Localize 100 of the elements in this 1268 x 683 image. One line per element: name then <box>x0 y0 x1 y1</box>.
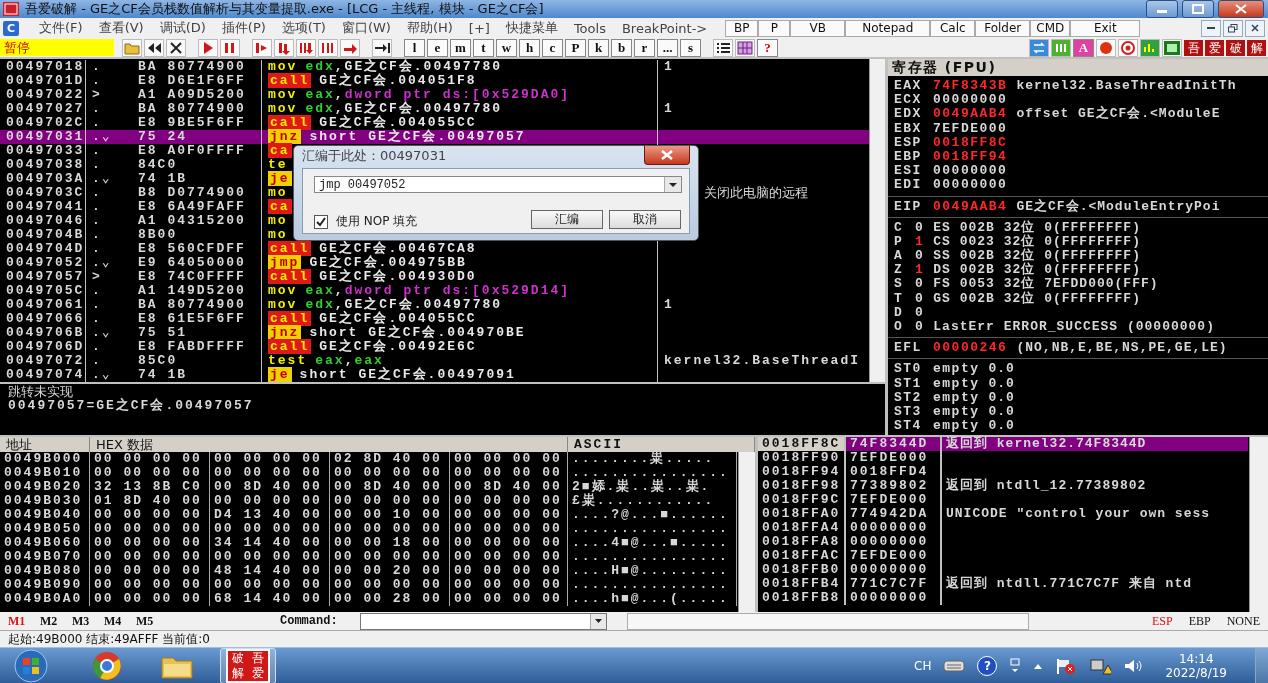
stack-row[interactable]: 0018FFA0 774942DA UNICODE "control your own sess <box>758 507 1248 521</box>
stack-row[interactable]: 0018FF98 77389802 返回到 ntdll_12.77389802 <box>758 479 1248 493</box>
dialog-button[interactable]: 取消 <box>609 210 681 229</box>
close-button[interactable] <box>1245 19 1265 37</box>
window-icon[interactable] <box>1162 38 1182 57</box>
trace-into-icon[interactable] <box>296 38 316 57</box>
stack-row[interactable]: 0018FFA4 00000000 <box>758 521 1248 535</box>
quick-button[interactable]: P <box>758 19 791 37</box>
code-row[interactable]: 0049701D . E8 D6E1F6FF call GE之CF会.004051F8 <box>0 74 869 88</box>
quick-button[interactable]: CMD <box>1030 19 1071 37</box>
scrollbar[interactable] <box>1249 437 1268 612</box>
menu-item[interactable]: Tools <box>565 20 614 36</box>
scrollbar[interactable] <box>869 59 885 382</box>
window-button[interactable]: h <box>519 38 540 57</box>
quick-button[interactable]: BP <box>725 19 759 37</box>
code-row[interactable]: 0049706D . E8 FABDFFFF call GE之CF会.00492E6C <box>0 340 869 354</box>
frame-button[interactable]: EBP <box>1188 613 1211 629</box>
help-button[interactable]: ? <box>977 655 998 676</box>
window-button[interactable]: m <box>450 38 471 57</box>
swap-icon[interactable] <box>1029 38 1049 57</box>
run-icon[interactable] <box>198 38 218 57</box>
window-button[interactable]: w <box>496 38 517 57</box>
checkbox[interactable] <box>314 214 328 229</box>
code-row[interactable]: 00497074 .⌄ 74 1B je short GE之CF会.00497091 <box>0 368 869 382</box>
record-icon[interactable] <box>1096 38 1116 57</box>
menu-item[interactable]: 窗口(W) <box>333 19 399 37</box>
menu-item[interactable]: [+] <box>460 20 498 36</box>
badge-button[interactable]: A <box>1073 38 1094 57</box>
logo-button[interactable]: C <box>3 20 19 36</box>
stack-row[interactable]: 0018FFB8 00000000 <box>758 591 1248 605</box>
window-button[interactable]: P <box>565 38 586 57</box>
grid-icon[interactable] <box>735 38 755 57</box>
mark-button[interactable]: M4 <box>96 613 128 629</box>
bars-icon[interactable] <box>1051 38 1071 57</box>
window-button[interactable]: e <box>427 38 448 57</box>
help-button[interactable]: ? <box>757 38 778 57</box>
network-icon[interactable] <box>1089 656 1112 675</box>
plugin-button[interactable]: 破 <box>1226 39 1245 56</box>
round-logo-icon[interactable] <box>92 650 122 681</box>
plugin-button[interactable]: 解 <box>1247 39 1266 56</box>
mark-button[interactable]: M2 <box>32 613 64 629</box>
trace-over-icon[interactable] <box>318 38 338 57</box>
minimize-button[interactable] <box>1201 19 1221 37</box>
close-icon[interactable] <box>166 38 186 57</box>
window-button[interactable]: s <box>680 38 701 57</box>
rewind-icon[interactable] <box>144 38 164 57</box>
dialog-button[interactable]: 汇编 <box>531 210 603 229</box>
window-button[interactable]: b <box>611 38 632 57</box>
execute-till-return-icon[interactable] <box>340 38 360 57</box>
code-row[interactable]: 0049705C . A1 149D5200 mov eax,dword ptr ds:[0x529D14] <box>0 284 869 298</box>
menu-item[interactable]: 调试(D) <box>151 19 214 37</box>
target-icon[interactable] <box>1118 38 1138 57</box>
menu-item[interactable]: 插件(P) <box>213 19 274 37</box>
menu-item[interactable]: 快捷菜单 <box>497 19 566 37</box>
column-header[interactable]: HEX 数据 <box>90 437 568 452</box>
app-taskbar-button[interactable]: 破吾 解爱 <box>226 648 270 683</box>
assemble-input[interactable]: jmp 00497052 <box>314 176 682 193</box>
speaker-icon[interactable] <box>1123 657 1144 674</box>
frame-button[interactable]: NONE <box>1226 613 1260 629</box>
plugin-button[interactable]: 吾 <box>1184 39 1203 56</box>
stack-row[interactable]: 0018FFB4 771C7C7F 返回到 ntdll.771C7C7F 来自 ntd <box>758 577 1248 591</box>
window-button[interactable]: ... <box>657 38 678 57</box>
quick-button[interactable]: Calc <box>930 19 976 37</box>
quick-button[interactable]: Exit <box>1070 19 1141 37</box>
window-button[interactable]: l <box>404 38 425 57</box>
quick-button[interactable]: Folder <box>975 19 1031 37</box>
menu-item[interactable]: 帮助(H) <box>398 19 461 37</box>
stack-row[interactable]: 0018FFB0 00000000 <box>758 563 1248 577</box>
quick-button[interactable]: VB <box>790 19 846 37</box>
command-field[interactable] <box>360 612 607 630</box>
start-button[interactable] <box>12 648 50 683</box>
window-button[interactable]: r <box>634 38 655 57</box>
stack-row[interactable]: 0018FF94 0018FFD4 <box>758 465 1248 479</box>
window-button[interactable]: t <box>473 38 494 57</box>
chart-icon[interactable] <box>1140 38 1160 57</box>
stack-row[interactable]: 0018FFA8 00000000 <box>758 535 1248 549</box>
close-button[interactable] <box>1218 0 1264 18</box>
menu-item[interactable]: 选项(T) <box>273 19 334 37</box>
goto-icon[interactable] <box>372 38 392 57</box>
step-into-icon[interactable] <box>252 38 272 57</box>
menu-item[interactable]: 查看(V) <box>90 19 152 37</box>
minimize-button[interactable] <box>1146 0 1178 18</box>
window-button[interactable]: k <box>588 38 609 57</box>
window-button[interactable]: c <box>542 38 563 57</box>
pause-icon[interactable] <box>220 38 240 57</box>
frame-button[interactable]: ESP <box>1151 613 1173 629</box>
mark-button[interactable]: M3 <box>64 613 96 629</box>
stack-row[interactable]: 0018FF90 7EFDE000 <box>758 451 1248 465</box>
mark-button[interactable]: M1 <box>0 613 32 629</box>
menu-item[interactable]: BreakPoint-> <box>613 20 716 36</box>
menu-item[interactable]: 文件(F) <box>31 19 91 37</box>
code-row[interactable]: 00497031 .⌄ 75 24 jnz short GE之CF会.00497057 <box>0 130 869 144</box>
code-row[interactable]: 00497022 > A1 A09D5200 mov eax,dword ptr ds:[0x529DA0] <box>0 88 869 102</box>
mark-button[interactable]: M5 <box>128 613 160 629</box>
restore-button[interactable] <box>1223 19 1243 37</box>
flag-icon[interactable] <box>1055 656 1078 675</box>
plugin-button[interactable]: 爱 <box>1205 39 1224 56</box>
stack-row[interactable]: 0018FF9C 7EFDE000 <box>758 493 1248 507</box>
stack-row[interactable]: 0018FFAC 7EFDE000 <box>758 549 1248 563</box>
stack-row[interactable]: 0018FF8C 74F8344D 返回到 kernel32.74F8344D <box>758 437 1248 451</box>
